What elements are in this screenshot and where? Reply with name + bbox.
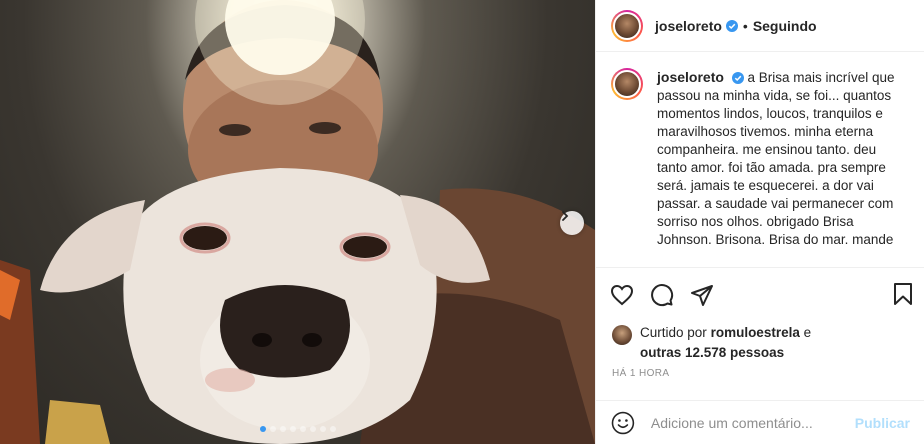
carousel-dot (319, 426, 326, 432)
post-side-panel: joseloreto • Seguindo joseloreto a Brisa… (595, 0, 924, 444)
post-header: joseloreto • Seguindo (596, 0, 924, 52)
carousel-dot (309, 426, 316, 432)
likes-summary: Curtido por romuloestrela e outras 12.57… (612, 323, 912, 363)
author-avatar[interactable] (611, 9, 643, 42)
action-bar (610, 282, 915, 308)
carousel-dot (329, 426, 336, 432)
carousel-indicator (0, 426, 595, 432)
carousel-dot (259, 426, 266, 432)
bookmark-icon[interactable] (891, 282, 915, 306)
next-slide-button[interactable] (560, 211, 584, 235)
caption-username[interactable]: joseloreto (657, 69, 724, 85)
caption-text: a Brisa mais incrível que passou na minh… (657, 70, 895, 247)
author-username[interactable]: joseloreto (655, 18, 722, 34)
share-icon[interactable] (690, 283, 714, 307)
comment-icon[interactable] (650, 283, 674, 307)
liker-avatar[interactable] (612, 325, 632, 345)
header-separator: • (742, 17, 748, 34)
post-photo[interactable] (0, 0, 595, 444)
heart-icon[interactable] (610, 283, 634, 307)
verified-badge-icon (725, 19, 738, 32)
emoji-icon[interactable] (611, 411, 635, 435)
carousel-dot (279, 426, 286, 432)
publish-button[interactable]: Publicar (855, 415, 910, 431)
likes-count-link[interactable]: outras 12.578 pessoas (640, 345, 784, 360)
likes-text: Curtido por romuloestrela e outras 12.57… (640, 323, 811, 363)
carousel-dot (289, 426, 296, 432)
verified-badge-icon (731, 72, 744, 85)
photo-illustration (0, 0, 595, 444)
post-caption: joseloreto a Brisa mais incrível que pas… (657, 68, 907, 249)
liker-username[interactable]: romuloestrela (711, 325, 800, 340)
carousel-dot (299, 426, 306, 432)
caption-row: joseloreto a Brisa mais incrível que pas… (611, 68, 909, 249)
likes-connector: e (803, 325, 812, 340)
post-timestamp[interactable]: HÁ 1 HORA (612, 368, 670, 379)
likes-prefix: Curtido por (640, 325, 707, 340)
following-button[interactable]: Seguindo (753, 18, 817, 34)
caption-author-avatar[interactable] (611, 68, 643, 100)
add-comment-bar: Publicar (596, 400, 924, 444)
chevron-right-icon (562, 211, 569, 221)
carousel-dot (269, 426, 276, 432)
comments-area: joseloreto a Brisa mais incrível que pas… (596, 52, 924, 268)
comment-input[interactable] (650, 414, 855, 431)
